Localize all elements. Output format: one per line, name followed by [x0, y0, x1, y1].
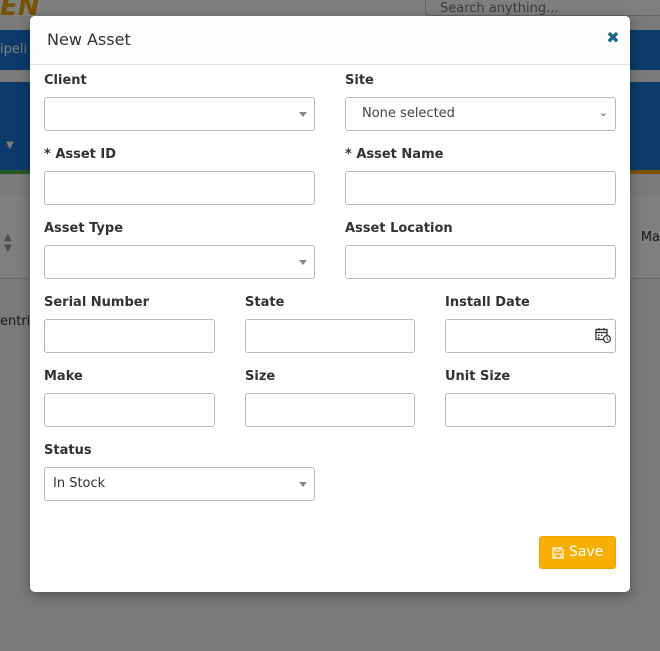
- make-label: Make: [44, 369, 83, 384]
- state-input[interactable]: [245, 319, 415, 353]
- make-input[interactable]: [44, 393, 215, 427]
- asset-location-label: Asset Location: [345, 221, 453, 236]
- state-label: State: [245, 295, 285, 310]
- site-select[interactable]: None selected ⌄: [345, 97, 616, 131]
- unit-size-input[interactable]: [445, 393, 616, 427]
- calendar-icon[interactable]: [595, 327, 611, 343]
- size-input[interactable]: [245, 393, 415, 427]
- serial-number-input[interactable]: [44, 319, 215, 353]
- status-select[interactable]: In Stock: [44, 467, 315, 501]
- close-icon[interactable]: ✖: [604, 29, 622, 47]
- save-label: Save: [569, 544, 604, 560]
- status-label: Status: [44, 443, 92, 458]
- save-button[interactable]: Save: [539, 536, 616, 569]
- asset-id-input[interactable]: [44, 171, 315, 205]
- asset-type-select[interactable]: [44, 245, 315, 279]
- size-label: Size: [245, 369, 276, 384]
- site-label: Site: [345, 73, 374, 88]
- client-select[interactable]: [44, 97, 315, 131]
- install-date-input[interactable]: [445, 319, 616, 353]
- caret-down-icon: [299, 112, 307, 117]
- client-label: Client: [44, 73, 87, 88]
- modal-title: New Asset: [47, 30, 131, 49]
- asset-location-input[interactable]: [345, 245, 616, 279]
- asset-name-input[interactable]: [345, 171, 616, 205]
- modal-header: New Asset ✖: [30, 16, 630, 65]
- asset-id-label: * Asset ID: [44, 147, 117, 162]
- caret-down-icon: [299, 260, 307, 265]
- asset-name-label: * Asset Name: [345, 147, 444, 162]
- chevron-down-icon: ⌄: [598, 106, 608, 119]
- floppy-disk-icon: [552, 547, 564, 559]
- caret-down-icon: [299, 482, 307, 487]
- install-date-label: Install Date: [445, 295, 530, 310]
- unit-size-label: Unit Size: [445, 369, 511, 384]
- serial-number-label: Serial Number: [44, 295, 150, 310]
- new-asset-modal: New Asset ✖ Client Site None selected ⌄ …: [30, 16, 630, 592]
- asset-type-label: Asset Type: [44, 221, 124, 236]
